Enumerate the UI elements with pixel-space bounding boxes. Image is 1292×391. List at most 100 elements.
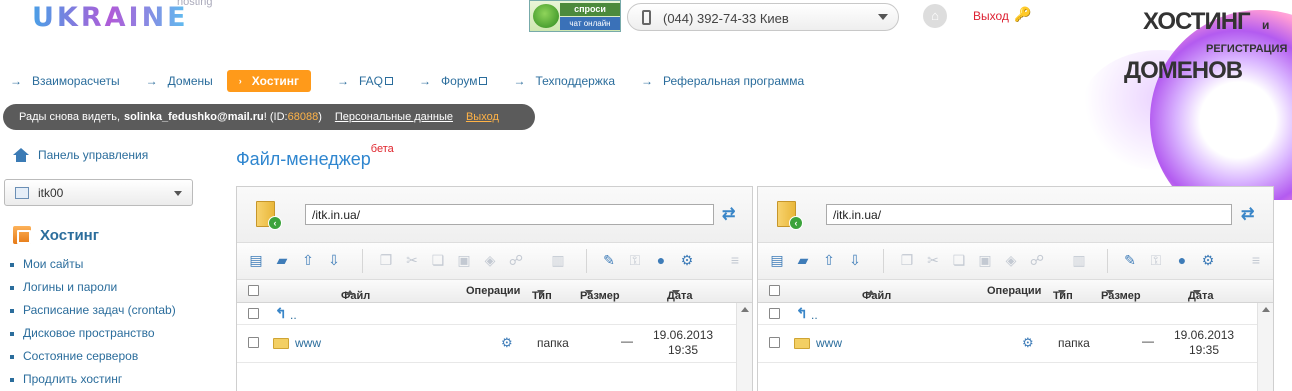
folder-up-icon[interactable]: ‹ <box>256 199 282 230</box>
userbar-logout-link[interactable]: Выход <box>466 111 499 123</box>
sidebar-item-my-sites[interactable]: Мои сайты <box>10 254 176 277</box>
page-title: Файл-менеджербета <box>236 143 394 169</box>
user-bar: Рады снова видеть, solinka_fedushko@mail… <box>3 104 535 130</box>
paste-icon[interactable]: ❏ <box>951 252 967 268</box>
path-bar: ‹ ⇄ <box>237 187 752 243</box>
promo-banner[interactable]: ХОСТИНГ и РЕГИСТРАЦИЯ ДОМЕНОВ <box>1080 0 1292 200</box>
external-link-icon <box>385 77 394 85</box>
owner-icon[interactable]: ● <box>1174 252 1190 268</box>
extract-icon[interactable]: ◈ <box>1003 252 1019 268</box>
unlock-icon[interactable]: ⚿ <box>1148 252 1164 268</box>
nav-item-support[interactable]: → Техподдержка <box>513 74 615 88</box>
path-bar: ‹ ⇄ <box>758 187 1273 243</box>
sidebar-item-logins[interactable]: Логины и пароли <box>10 277 176 300</box>
sort-up-icon <box>867 290 875 295</box>
sidebar-item-disk[interactable]: Дисковое пространство <box>10 323 176 346</box>
delete-icon[interactable]: ▥ <box>1071 252 1087 268</box>
logout-link[interactable]: Выход <box>973 9 1009 23</box>
gear-icon[interactable]: ⚙ <box>679 252 695 268</box>
paste-icon[interactable]: ❏ <box>430 252 446 268</box>
archive-icon[interactable]: ▣ <box>456 252 472 268</box>
archive-icon[interactable]: ▣ <box>977 252 993 268</box>
file-name[interactable]: www <box>816 336 842 350</box>
path-input[interactable] <box>305 204 714 225</box>
edit-icon[interactable]: ✎ <box>601 252 617 268</box>
nav-item-billing[interactable]: → Взаиморасчеты <box>10 74 120 88</box>
scrollbar[interactable] <box>1257 303 1273 391</box>
new-folder-icon[interactable]: ▰ <box>274 252 290 268</box>
parent-dir-label: .. <box>811 308 818 322</box>
phone-icon <box>642 10 651 25</box>
users-icon[interactable]: ☍ <box>1029 252 1045 268</box>
sort-down-icon <box>1058 290 1066 295</box>
owner-icon[interactable]: ● <box>653 252 669 268</box>
scrollbar[interactable] <box>736 303 752 391</box>
edit-icon[interactable]: ✎ <box>1122 252 1138 268</box>
cut-icon[interactable]: ✂ <box>404 252 420 268</box>
parent-dir-row[interactable]: ↰ .. <box>237 303 752 325</box>
sort-up-icon <box>346 290 354 295</box>
key-icon: 🔑 <box>1014 6 1032 22</box>
nav-item-referral[interactable]: → Реферальная программа <box>641 74 804 88</box>
chevron-down-icon <box>878 14 888 20</box>
menu-icon[interactable]: ≡ <box>1248 252 1264 268</box>
unlock-icon[interactable]: ⚿ <box>627 252 643 268</box>
select-all-checkbox[interactable] <box>769 285 780 296</box>
row-checkbox[interactable] <box>769 337 780 348</box>
download-icon[interactable]: ⇩ <box>847 252 863 268</box>
parent-dir-row[interactable]: ↰ .. <box>758 303 1273 325</box>
download-icon[interactable]: ⇩ <box>326 252 342 268</box>
row-checkbox[interactable] <box>769 308 780 319</box>
new-file-icon[interactable]: ▤ <box>769 252 785 268</box>
control-panel-link[interactable]: Панель управления <box>13 148 148 162</box>
col-ops: Операции <box>987 285 1042 297</box>
beta-badge: бета <box>370 143 394 155</box>
cut-icon[interactable]: ✂ <box>925 252 941 268</box>
file-pane-right: ‹ ⇄ ▤ ▰ ⇧ ⇩ ❐ ✂ ❏ ▣ ◈ ☍ ▥ ✎ ⚿ ● ⚙ ≡ Файл… <box>757 186 1274 391</box>
nav-item-faq[interactable]: → FAQ <box>337 74 394 88</box>
upload-icon[interactable]: ⇧ <box>300 252 316 268</box>
table-row[interactable]: www ⚙ папка — 19.06.2013 19:35 <box>758 325 1273 363</box>
copy-icon[interactable]: ❐ <box>899 252 915 268</box>
file-type: папка <box>1058 336 1090 350</box>
sidebar-item-extend[interactable]: Продлить хостинг <box>10 369 176 391</box>
file-type: папка <box>537 336 569 350</box>
folder-up-icon[interactable]: ‹ <box>777 199 803 230</box>
extract-icon[interactable]: ◈ <box>482 252 498 268</box>
delete-icon[interactable]: ▥ <box>550 252 566 268</box>
upload-icon[interactable]: ⇧ <box>821 252 837 268</box>
refresh-icon[interactable]: ⇄ <box>1241 204 1254 224</box>
home-icon[interactable]: ⌂ <box>923 4 947 28</box>
row-checkbox[interactable] <box>248 308 259 319</box>
users-icon[interactable]: ☍ <box>508 252 524 268</box>
menu-icon[interactable]: ≡ <box>727 252 743 268</box>
file-name[interactable]: www <box>295 336 321 350</box>
copy-icon[interactable]: ❐ <box>378 252 394 268</box>
sidebar-item-server-status[interactable]: Состояние серверов <box>10 346 176 369</box>
id-prefix: ! (ID: <box>263 111 288 123</box>
personal-data-link[interactable]: Персональные данные <box>335 111 453 123</box>
row-checkbox[interactable] <box>248 337 259 348</box>
sort-down-icon <box>1106 290 1114 295</box>
arrow-right-icon: › <box>238 76 242 86</box>
gear-icon[interactable]: ⚙ <box>1200 252 1216 268</box>
table-row[interactable]: www ⚙ папка — 19.06.2013 19:35 <box>237 325 752 363</box>
table-header: Файл Операции Тип Размер Дата <box>237 280 752 303</box>
home-icon <box>13 148 29 162</box>
refresh-icon[interactable]: ⇄ <box>722 204 735 224</box>
operations-gear-icon[interactable]: ⚙ <box>501 335 513 351</box>
phone-select[interactable]: (044) 392-74-33 Киев <box>627 3 899 31</box>
chat-online-button[interactable]: спроси сейчас! чат онлайн <box>529 0 621 32</box>
promo-and: и <box>1262 18 1270 32</box>
path-input[interactable] <box>826 204 1232 225</box>
new-folder-icon[interactable]: ▰ <box>795 252 811 268</box>
nav-item-forum[interactable]: → Форум <box>419 74 488 88</box>
account-select[interactable]: itk00 <box>4 179 193 206</box>
new-file-icon[interactable]: ▤ <box>248 252 264 268</box>
select-all-checkbox[interactable] <box>248 285 259 296</box>
scroll-up-icon <box>741 307 749 312</box>
nav-item-hosting[interactable]: › Хостинг <box>226 70 311 92</box>
operations-gear-icon[interactable]: ⚙ <box>1022 335 1034 351</box>
nav-item-domains[interactable]: → Домены <box>146 74 213 88</box>
sidebar-item-crontab[interactable]: Расписание задач (crontab) <box>10 300 176 323</box>
